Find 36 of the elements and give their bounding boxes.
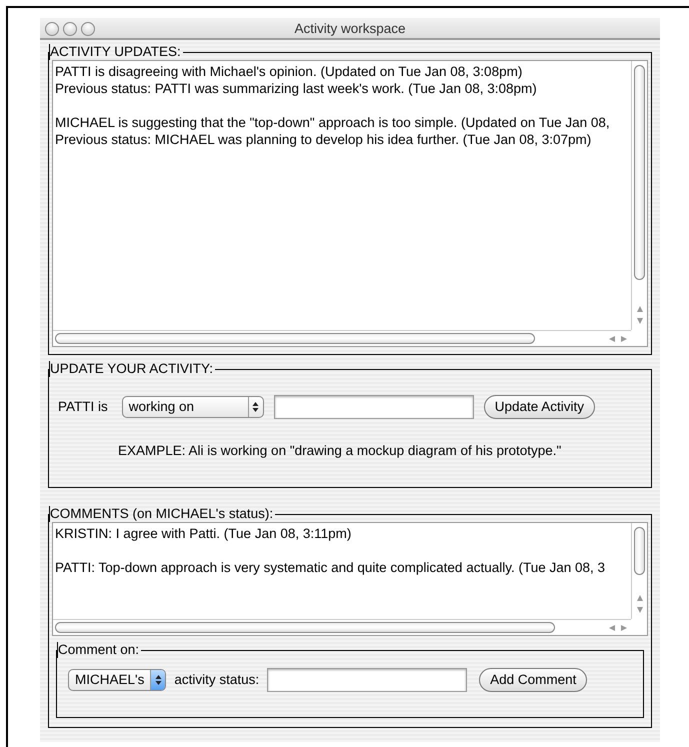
add-comment-button[interactable]: Add Comment <box>479 668 588 692</box>
status-line: PATTI: Top-down approach is very systematic and quite complicated actually. (Tue Jan 08, 3 <box>55 559 606 576</box>
close-button[interactable] <box>45 22 59 36</box>
select-value: working on <box>128 398 194 416</box>
status-line: MICHAEL is suggesting that the "top-down" approach is too simple. (Updated on Tue Jan 08, <box>55 114 610 131</box>
example-text: EXAMPLE: Ali is working on "drawing a mockup diagram of his prototype." <box>118 443 562 458</box>
horizontal-scrollbar[interactable] <box>53 330 631 346</box>
minimize-button[interactable] <box>63 22 77 36</box>
horizontal-scrollbar[interactable] <box>53 619 631 635</box>
window-title: Activity workspace <box>294 21 406 36</box>
comments-text-area[interactable]: KRISTIN: I agree with Patti. (Tue Jan 08, 3:11pm) PATTI: Top-down approach is very systematic and quite complicated actually. (Tue Jan 08, 3 <box>52 522 648 636</box>
status-select[interactable]: working on <box>122 396 264 418</box>
stepper-icon <box>252 401 260 413</box>
section-legend: Comment on: <box>58 642 140 657</box>
stepper-icon <box>154 674 162 686</box>
status-line: Previous status: PATTI was summarizing last week's work. (Tue Jan 08, 3:08pm) <box>55 80 537 97</box>
target-select[interactable]: MICHAEL's <box>68 669 166 691</box>
status-line: Previous status: MICHAEL was planning to develop his idea further. (Tue Jan 08, 3:07pm) <box>55 131 592 148</box>
scroll-arrows-icon[interactable] <box>607 334 629 342</box>
zoom-button[interactable] <box>81 22 95 36</box>
activity-status-label: activity status: <box>174 670 260 689</box>
update-activity-button[interactable]: Update Activity <box>484 395 596 419</box>
comment-input[interactable] <box>267 668 468 692</box>
select-value: MICHAEL's <box>75 670 144 689</box>
section-legend: UPDATE YOUR ACTIVITY: <box>50 361 214 376</box>
scroll-arrows-icon[interactable] <box>636 304 644 326</box>
name-label: PATTI is <box>58 398 108 416</box>
activity-input[interactable] <box>274 395 474 419</box>
vertical-scrollbar[interactable] <box>631 523 647 619</box>
status-line: PATTI is disagreeing with Michael's opinion. (Updated on Tue Jan 08, 3:08pm) <box>55 63 522 80</box>
section-legend: COMMENTS (on MICHAEL's status): <box>50 506 274 521</box>
vertical-scrollbar[interactable] <box>631 61 647 330</box>
status-line: KRISTIN: I agree with Patti. (Tue Jan 08, 3:11pm) <box>55 525 352 542</box>
section-legend: ACTIVITY UPDATES: <box>50 44 181 59</box>
scroll-arrows-icon[interactable] <box>607 624 629 632</box>
scroll-arrows-icon[interactable] <box>636 593 644 615</box>
